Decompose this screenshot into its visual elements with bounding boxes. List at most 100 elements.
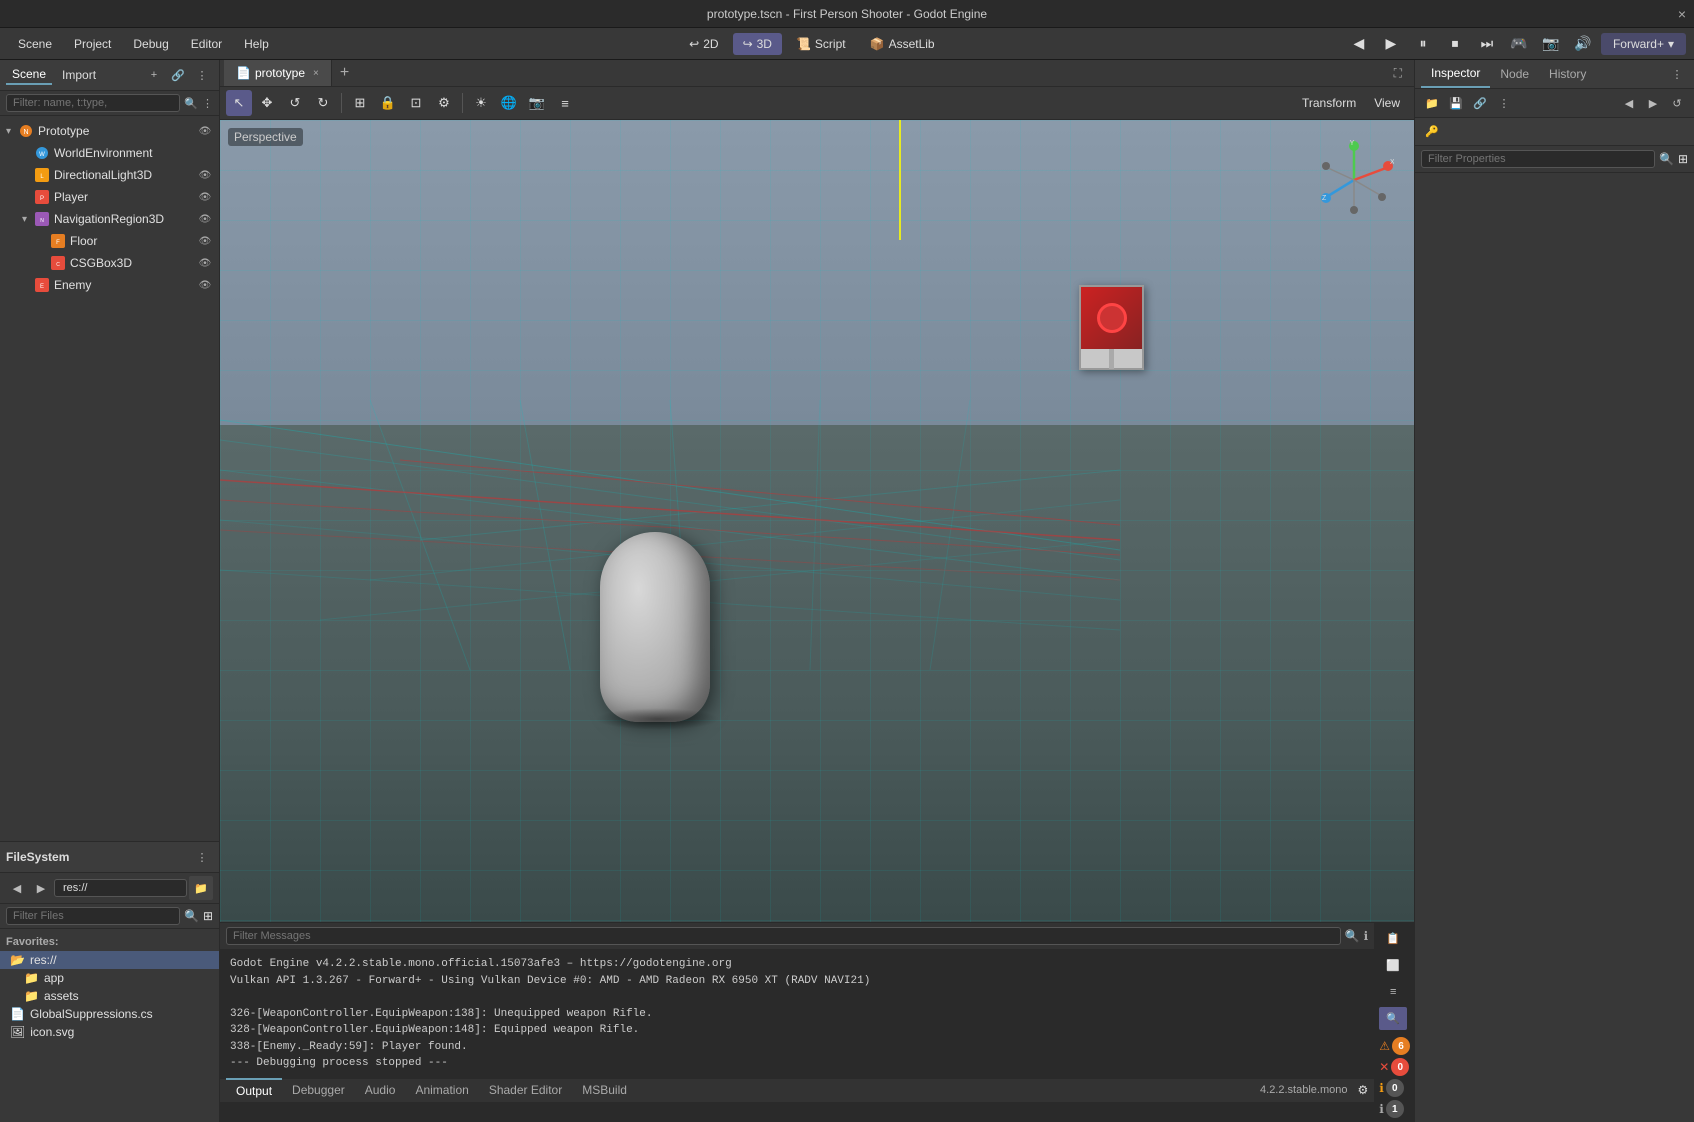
add-node-button[interactable]: + [143,64,165,86]
select-tool-button[interactable]: ↖ [226,90,252,116]
inspector-more-button[interactable]: ⋮ [1666,63,1688,85]
console-settings-icon[interactable]: ⚙ [1357,1083,1368,1097]
forward-plus-button[interactable]: Forward+ ▾ [1601,33,1686,55]
menu-editor[interactable]: Editor [181,33,232,55]
inspector-filter-input[interactable] [1421,150,1655,168]
snap-button[interactable]: ⊡ [403,90,429,116]
tree-item-navigation-region[interactable]: ▾ N NavigationRegion3D 👁 [0,208,219,230]
link-button[interactable]: 🔗 [167,64,189,86]
floor-visibility[interactable]: 👁 [197,233,213,249]
camera2-button[interactable]: 📷 [524,90,550,116]
close-button[interactable]: × [1678,6,1686,22]
sun-button[interactable]: ☀ [468,90,494,116]
3d-viewport[interactable]: Perspective [220,120,1414,922]
new-tab-button[interactable]: + [332,60,357,86]
menu-scene[interactable]: Scene [8,33,62,55]
scene-filter-input[interactable] [6,94,180,112]
tab-msbuild[interactable]: MSBuild [572,1079,637,1101]
tree-item-enemy[interactable]: E Enemy ⬜ 💾 🔧 👁 [0,274,219,296]
view-2d-button[interactable]: ↩ 2D [679,33,728,55]
prev-button[interactable]: ◀ [1345,30,1373,58]
tab-prototype[interactable]: 📄 prototype × [224,60,332,86]
enemy-action-1[interactable]: ⬜ [156,280,168,291]
inspector-sort-icon[interactable]: ⊞ [1678,152,1688,166]
tab-node[interactable]: Node [1490,61,1539,87]
fs-item-app[interactable]: 📁 app [0,969,219,987]
gizmo-button[interactable]: ⚙ [431,90,457,116]
nav-region-visibility[interactable]: 👁 [197,211,213,227]
console-info-icon[interactable]: ℹ [1364,929,1369,943]
inspector-key-button[interactable]: 🔑 [1421,121,1443,143]
inspector-folder-button[interactable]: 📁 [1421,92,1443,114]
view-label[interactable]: View [1366,94,1408,112]
fs-item-icon-svg[interactable]: 🖼 icon.svg [0,1023,219,1041]
audio-button[interactable]: 📷 [1537,30,1565,58]
filesystem-search-icon[interactable]: 🔍 [184,909,199,923]
rotate-tool-button[interactable]: ↺ [282,90,308,116]
view-script-button[interactable]: 📜 Script [786,33,856,55]
tree-item-player[interactable]: P Player ⬜ 💾 🔧 👁 [0,186,219,208]
tab-shader-editor[interactable]: Shader Editor [479,1079,572,1101]
more-options-button[interactable]: ⋮ [191,64,213,86]
filter-options-icon[interactable]: ⋮ [202,97,213,110]
tree-item-floor[interactable]: F Floor 👁 [0,230,219,252]
fs-item-res[interactable]: 📂 res:// [0,951,219,969]
menu-help[interactable]: Help [234,33,279,55]
player-action-2[interactable]: 💾 [170,192,182,203]
grid-button[interactable]: ⊞ [347,90,373,116]
stop-button[interactable]: ⏹ [1441,30,1469,58]
camera-button[interactable]: 🎮 [1505,30,1533,58]
player-action-1[interactable]: ⬜ [156,192,168,203]
inspector-search-icon[interactable]: 🔍 [1659,152,1674,166]
console-search-icon[interactable]: 🔍 [1345,929,1360,943]
settings-button[interactable]: 🔊 [1569,30,1597,58]
directional-light-visibility[interactable]: 👁 [197,167,213,183]
menu-button[interactable]: ≡ [552,90,578,116]
tab-history[interactable]: History [1539,61,1596,87]
menu-project[interactable]: Project [64,33,121,55]
play-button[interactable]: ▶ [1377,30,1405,58]
tab-debugger[interactable]: Debugger [282,1079,355,1101]
view-assetlib-button[interactable]: 📦 AssetLib [860,33,945,55]
inspector-history-button[interactable]: ↺ [1666,92,1688,114]
player-visibility[interactable]: 👁 [197,189,213,205]
enemy-action-2[interactable]: 💾 [170,280,182,291]
enemy-action-3[interactable]: 🔧 [185,280,197,291]
fullscreen-button[interactable]: ⛶ [1386,62,1410,85]
tree-arrow-nav[interactable]: ▾ [22,214,34,225]
inspector-nav-button[interactable]: 🔗 [1469,92,1491,114]
menu-debug[interactable]: Debug [123,33,178,55]
tab-inspector[interactable]: Inspector [1421,60,1490,88]
inspector-options-button[interactable]: ⋮ [1493,92,1515,114]
tab-animation[interactable]: Animation [405,1079,478,1101]
view-3d-button[interactable]: ↪ 3D [733,33,782,55]
fs-item-assets[interactable]: 📁 assets [0,987,219,1005]
tree-item-csgbox[interactable]: C CSGBox3D 👁 [0,252,219,274]
tree-item-prototype[interactable]: ▾ N Prototype 👁 [0,120,219,142]
fs-item-global-suppressions[interactable]: 📄 GlobalSuppressions.cs [0,1005,219,1023]
inspector-back-button[interactable]: ◀ [1618,92,1640,114]
console-clear-button[interactable]: ⬜ [1379,954,1407,978]
tab-audio[interactable]: Audio [355,1079,406,1101]
prototype-visibility[interactable]: 👁 [197,123,213,139]
csgbox-visibility[interactable]: 👁 [197,255,213,271]
filesystem-sort-icon[interactable]: ⊞ [203,909,213,923]
next-button[interactable]: ⏭ [1473,30,1501,58]
fs-folder-button[interactable]: 📁 [189,876,213,900]
console-filter-input[interactable] [226,927,1341,945]
tab-close-button[interactable]: × [313,68,319,79]
inspector-forward-button[interactable]: ▶ [1642,92,1664,114]
tree-item-world-environment[interactable]: W WorldEnvironment [0,142,219,164]
tree-item-directional-light[interactable]: L DirectionalLight3D 👁 [0,164,219,186]
fs-back-button[interactable]: ◀ [6,877,28,899]
scale-tool-button[interactable]: ↻ [310,90,336,116]
enemy-visibility[interactable]: 👁 [197,277,213,293]
console-filter2-button[interactable]: ≡ [1379,980,1407,1004]
lock-button[interactable]: 🔒 [375,90,401,116]
inspector-save-button[interactable]: 💾 [1445,92,1467,114]
move-tool-button[interactable]: ✥ [254,90,280,116]
filesystem-more-button[interactable]: ⋮ [191,846,213,868]
player-action-3[interactable]: 🔧 [185,192,197,203]
transform-label[interactable]: Transform [1294,94,1364,112]
filesystem-filter-input[interactable] [6,907,180,925]
